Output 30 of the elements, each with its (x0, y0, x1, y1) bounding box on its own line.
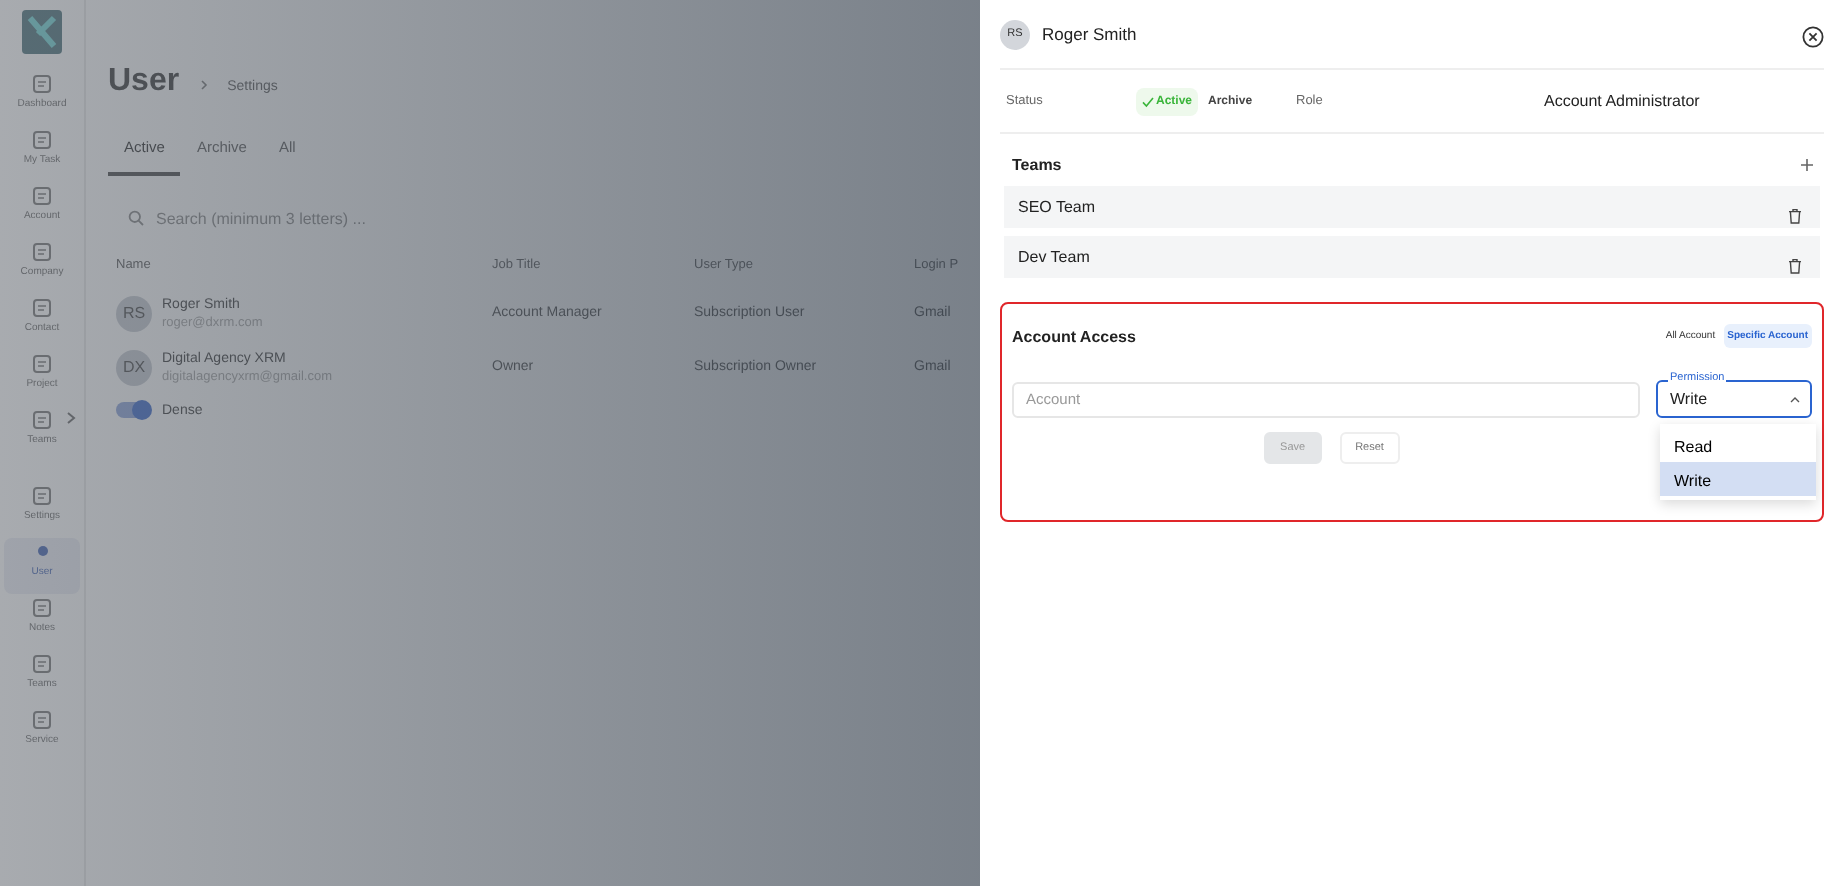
section-title: Teams (1012, 155, 1062, 173)
caret-icon (1790, 395, 1800, 403)
team-name: Dev Team (1018, 248, 1090, 266)
dense-toggle[interactable] (116, 402, 150, 418)
tile-icon (32, 298, 52, 318)
menu-option[interactable]: Read (1660, 428, 1816, 462)
close-icon[interactable] (1802, 23, 1824, 45)
tile-icon (32, 598, 52, 618)
user-name: Roger Smith (1042, 24, 1139, 44)
tile-icon (32, 710, 52, 730)
tile-icon (32, 74, 52, 94)
tile-icon (32, 354, 52, 374)
page-title: User (108, 64, 180, 100)
tile-icon (32, 130, 52, 150)
tile-icon (32, 410, 52, 430)
team-name: SEO Team (1018, 198, 1096, 216)
avatar: RS (116, 295, 152, 331)
chevron-icon (199, 80, 208, 90)
tile-icon (32, 654, 52, 674)
tile-icon (32, 242, 52, 262)
section-title: Account Access (1012, 327, 1136, 345)
menu-option[interactable]: Write (1660, 462, 1816, 496)
check-icon (1142, 95, 1154, 107)
dot-icon (37, 546, 47, 556)
tile-icon (32, 486, 52, 506)
avatar: DX (116, 349, 152, 385)
plus-icon[interactable] (1800, 157, 1814, 171)
tile-icon (32, 186, 52, 206)
search-icon (128, 210, 144, 226)
role-value: Account Administrator (1544, 92, 1702, 110)
